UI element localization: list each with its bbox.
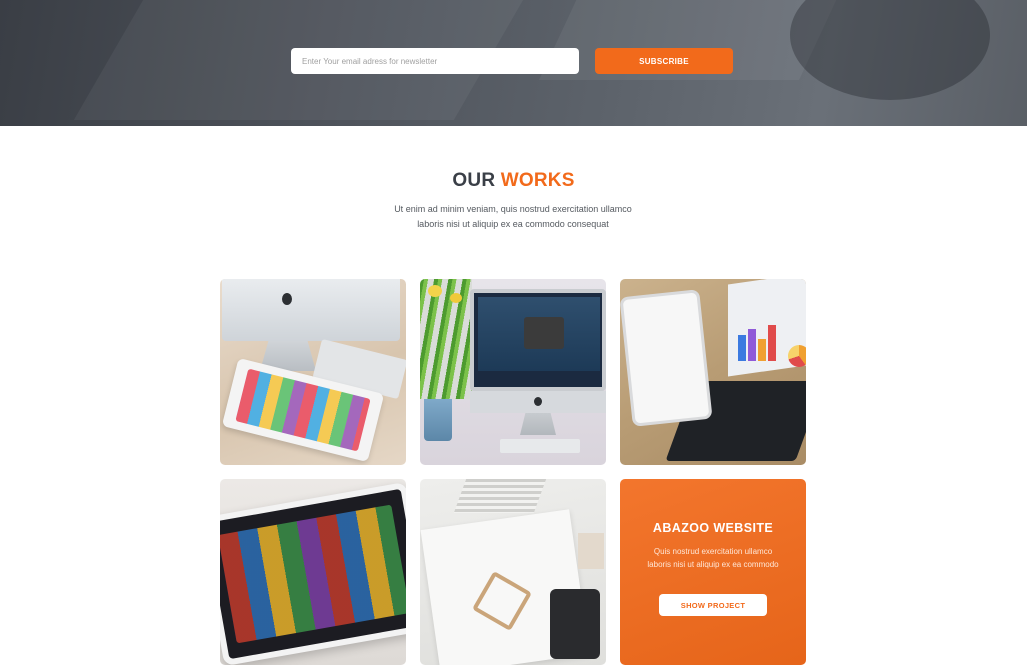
section-title-part1: OUR	[452, 170, 496, 191]
imac-screen	[222, 279, 400, 341]
paper-stack	[453, 479, 547, 513]
apple-logo-icon	[534, 397, 542, 406]
section-title: OUR WORKS	[0, 170, 1027, 192]
phone	[550, 589, 600, 659]
project-description: Quis nostrud exercitation ullamco labori…	[638, 545, 788, 571]
screen-photo	[524, 317, 564, 349]
portfolio-item-imac-tablet[interactable]	[220, 279, 406, 465]
section-description: Ut enim ad minim veniam, quis nostrud ex…	[363, 202, 663, 232]
portfolio-item-featured[interactable]: ABAZOO WEBSITE Quis nostrud exercitation…	[620, 479, 806, 665]
daffodil-flower	[428, 285, 442, 297]
overlay-tint	[620, 479, 806, 665]
portfolio-item-imac-flowers[interactable]	[420, 279, 606, 465]
card-holder	[578, 533, 604, 569]
portfolio-item-tablet-laptop[interactable]	[620, 279, 806, 465]
portfolio-item-tablet-games[interactable]	[220, 479, 406, 665]
flower-pot	[424, 399, 452, 441]
chart-bar	[768, 325, 776, 361]
background-decor	[790, 0, 990, 100]
chart-bar	[748, 329, 756, 361]
project-description-line: laboris nisi ut aliquip ex ea commodo	[647, 560, 779, 569]
imac-stand	[520, 413, 556, 435]
pie-chart	[788, 345, 806, 367]
apple-logo-icon	[282, 293, 292, 305]
chart-bar	[758, 339, 766, 361]
subscribe-button[interactable]: SUBSCRIBE	[595, 48, 733, 74]
newsletter-email-input[interactable]	[291, 48, 579, 74]
plant-leaves	[420, 279, 472, 399]
newsletter-section: SUBSCRIBE	[0, 0, 1027, 126]
section-description-line: laboris nisi ut aliquip ex ea commodo co…	[417, 219, 609, 229]
section-title-part2: WORKS	[500, 170, 575, 191]
tablet	[620, 289, 713, 427]
keyboard	[500, 439, 580, 453]
daffodil-flower	[450, 293, 462, 303]
project-title: ABAZOO WEBSITE	[652, 521, 774, 535]
portfolio-item-desk-stationery[interactable]	[420, 479, 606, 665]
chart-bar	[738, 335, 746, 361]
section-description-line: Ut enim ad minim veniam, quis nostrud ex…	[394, 204, 632, 214]
project-description-line: Quis nostrud exercitation ullamco	[653, 547, 773, 556]
show-project-button[interactable]: SHOW PROJECT	[659, 594, 767, 616]
